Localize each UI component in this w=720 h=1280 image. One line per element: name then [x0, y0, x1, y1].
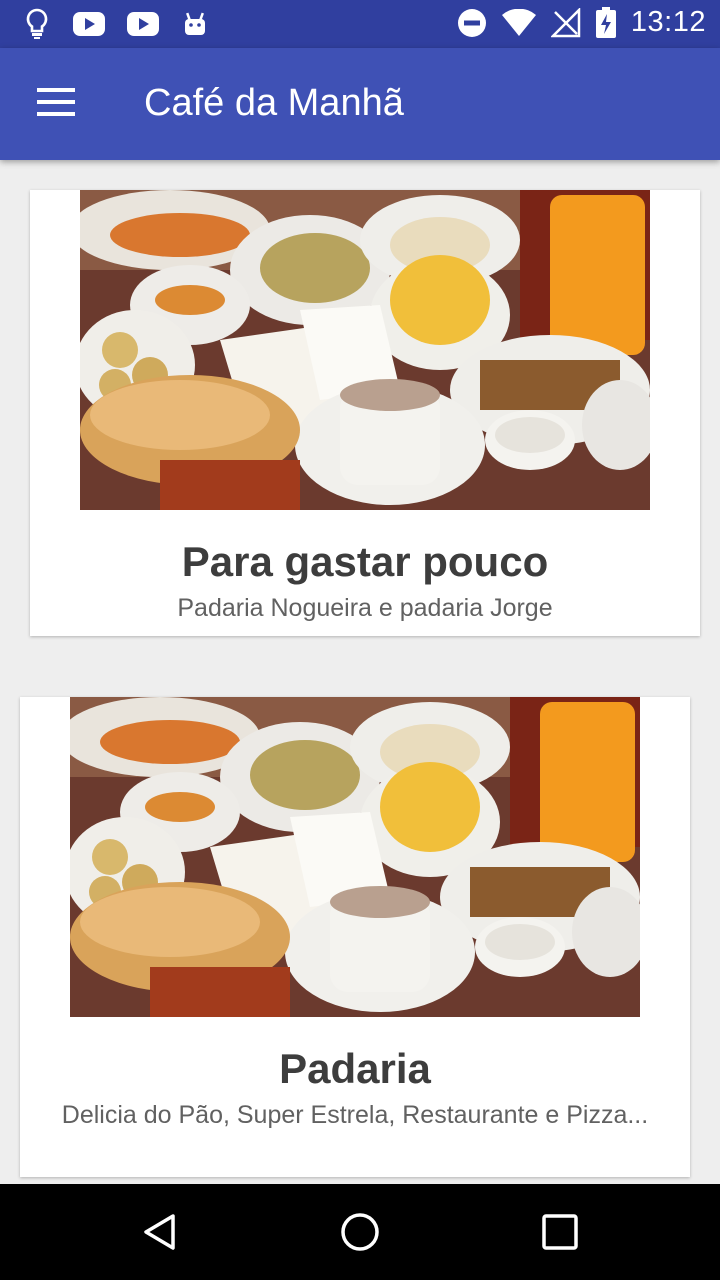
card-list: Para gastar pouco Padaria Nogueira e pad… [0, 160, 720, 1184]
hamburger-menu-icon [37, 87, 75, 121]
list-item[interactable]: Padaria Delicia do Pão, Super Estrela, R… [20, 697, 690, 1177]
breakfast-photo [70, 697, 640, 1017]
status-time: 13:12 [630, 6, 706, 38]
wifi-icon [501, 7, 537, 39]
no-signal-icon [550, 7, 581, 39]
youtube-icon [72, 8, 106, 40]
android-icon [180, 8, 210, 40]
app-bar: Café da Manhã [0, 48, 720, 160]
youtube-icon [126, 8, 160, 40]
recents-button[interactable] [532, 1206, 588, 1262]
card-subtitle: Padaria Nogueira e padaria Jorge [177, 594, 553, 622]
card-title: Para gastar pouco [181, 538, 549, 585]
navigation-bar [0, 1184, 720, 1280]
menu-button[interactable] [24, 76, 88, 132]
home-button[interactable] [332, 1206, 388, 1262]
breakfast-photo [80, 190, 650, 510]
recents-icon [542, 1213, 578, 1255]
back-icon [140, 1212, 180, 1257]
card-subtitle: Delicia do Pão, Super Estrela, Restauran… [61, 1101, 649, 1129]
card-title: Padaria [279, 1045, 431, 1092]
do-not-disturb-icon [457, 7, 487, 39]
home-icon [340, 1212, 380, 1257]
lightbulb-icon [22, 8, 52, 40]
status-bar: 13:12 [0, 0, 720, 48]
app-title: Café da Manhã [144, 82, 404, 124]
back-button[interactable] [132, 1206, 188, 1262]
battery-charging-icon [595, 6, 617, 39]
list-item[interactable]: Para gastar pouco Padaria Nogueira e pad… [30, 190, 700, 636]
